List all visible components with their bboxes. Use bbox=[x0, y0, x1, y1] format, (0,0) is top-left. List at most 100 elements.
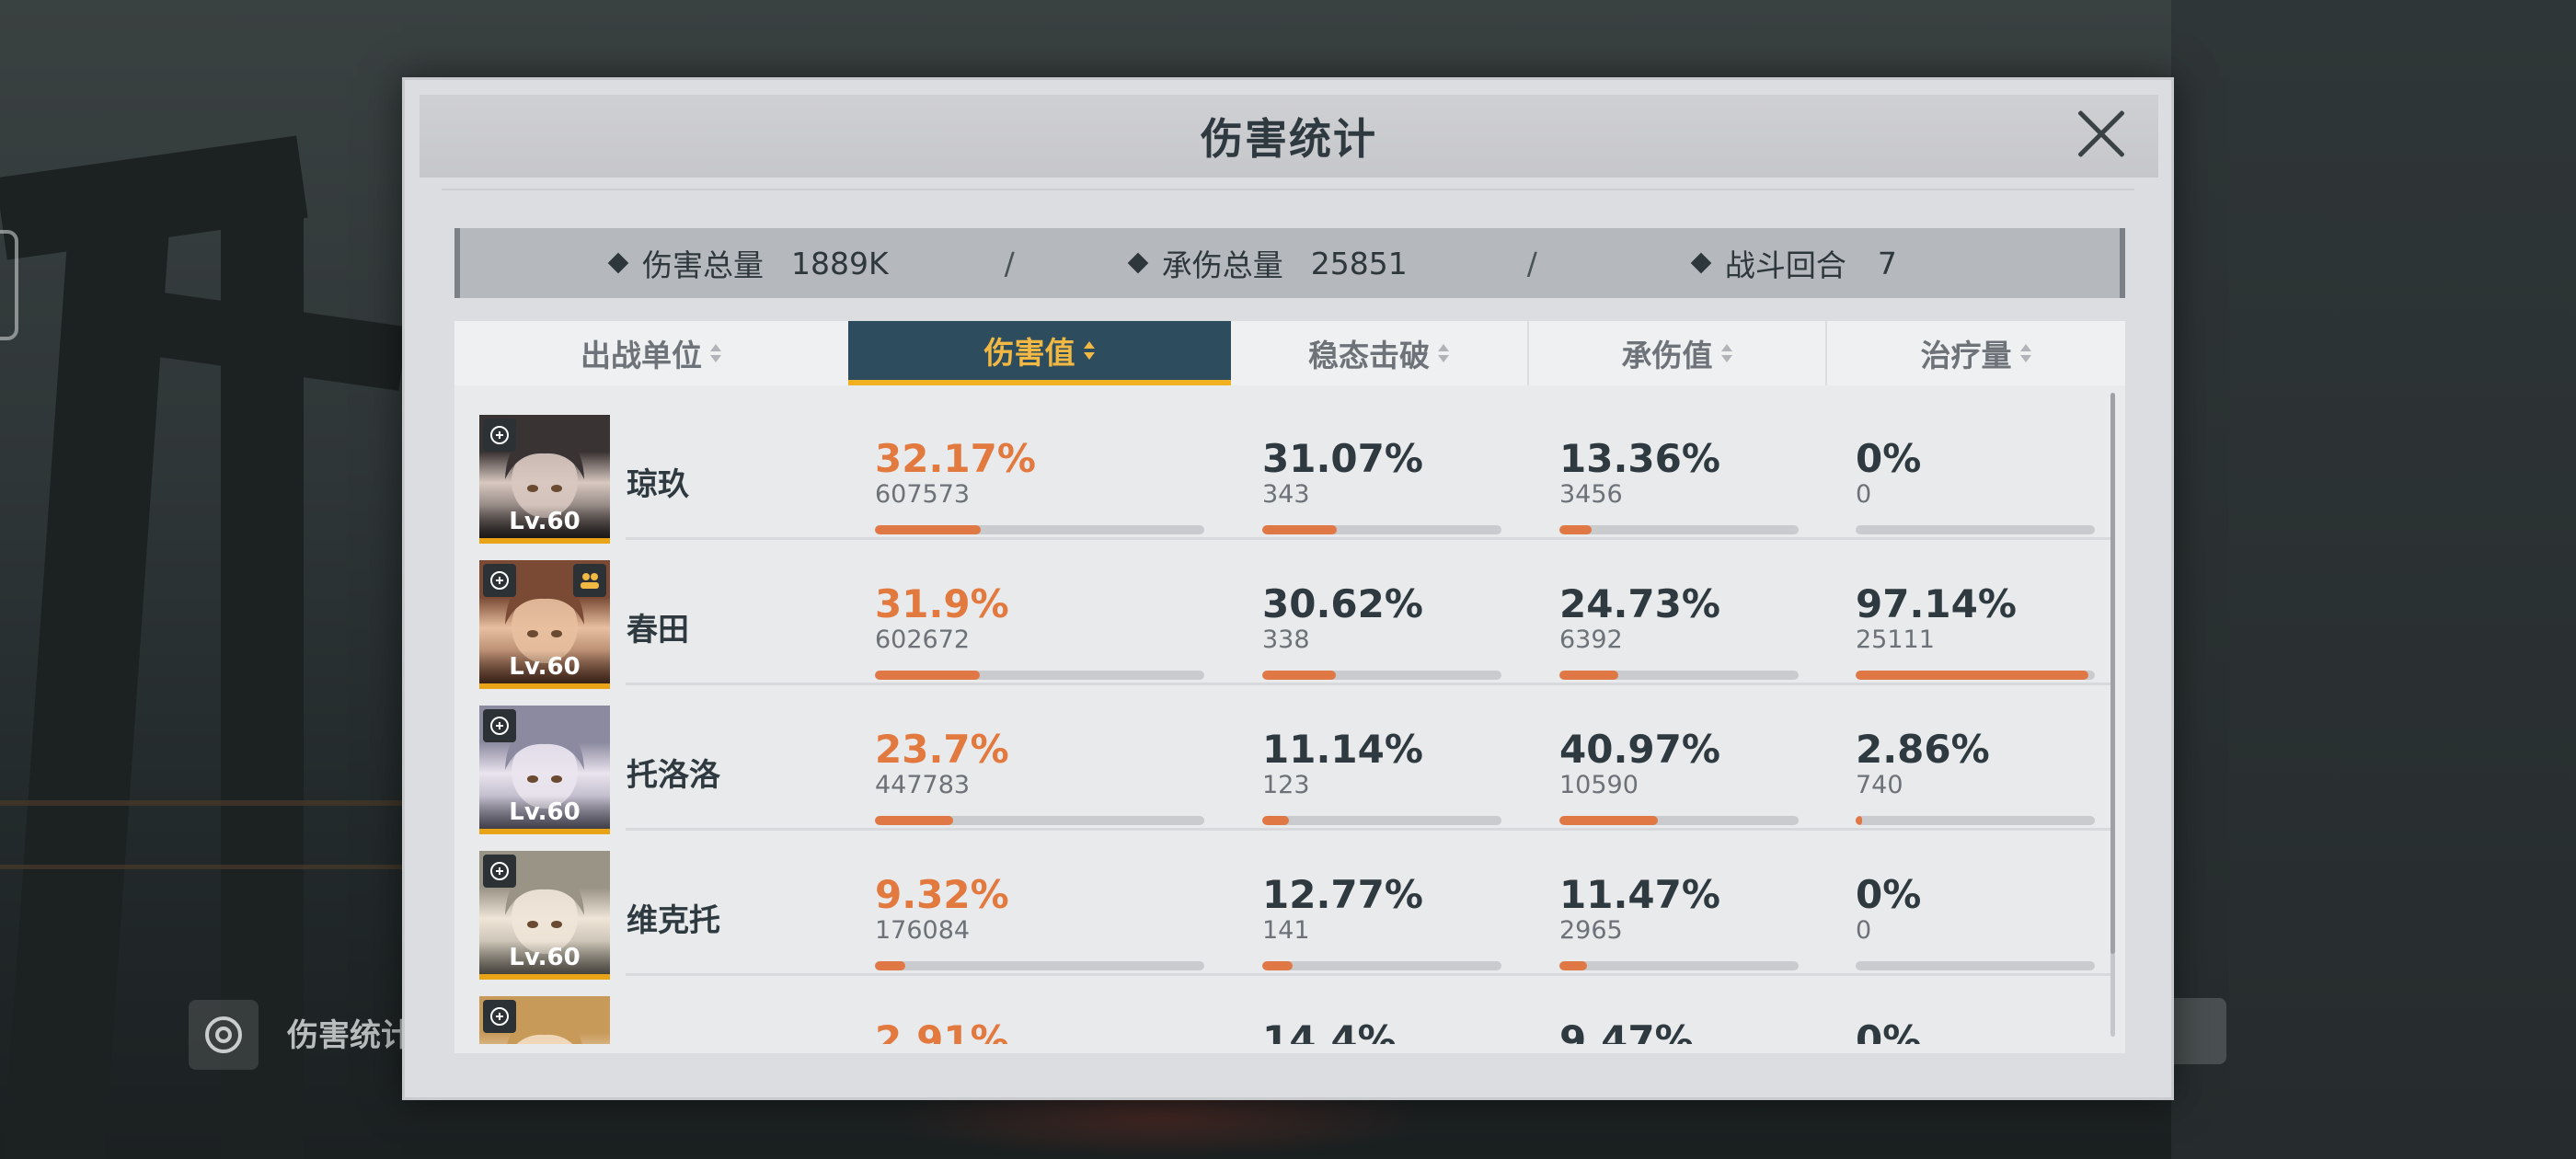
break-percent: 12.77% bbox=[1262, 872, 1423, 917]
diamond-icon bbox=[607, 252, 629, 274]
taken-percent: 11.47% bbox=[1559, 872, 1720, 917]
heal-bar bbox=[1856, 525, 2095, 534]
column-unit-label: 出战单位 bbox=[581, 338, 702, 373]
column-damage[interactable]: 伤害值 bbox=[848, 321, 1231, 385]
damage-value: 176084 bbox=[875, 916, 971, 945]
table-row[interactable]: Lv.60 春田 31.9% 602672 30.62% 338 24.73% 6… bbox=[454, 540, 2110, 689]
bg-right-panel bbox=[2171, 0, 2576, 1159]
taken-percent: 40.97% bbox=[1559, 727, 1720, 772]
heal-percent: 0% bbox=[1856, 1017, 1922, 1045]
heal-percent: 2.86% bbox=[1856, 727, 1990, 772]
bg-railing bbox=[0, 800, 402, 806]
team-icon bbox=[573, 564, 606, 597]
total-taken-label: 承伤总量 bbox=[1161, 247, 1283, 283]
taken-value: 10590 bbox=[1559, 771, 1639, 799]
separator: / bbox=[1526, 245, 1537, 281]
column-damage-label: 伤害值 bbox=[983, 335, 1075, 371]
diamond-icon bbox=[1690, 252, 1712, 274]
flame-icon bbox=[483, 709, 516, 742]
break-bar-fill bbox=[1262, 671, 1336, 680]
damage-cell: 31.9% 602672 bbox=[875, 584, 1009, 656]
break-bar bbox=[1262, 671, 1501, 680]
table-row[interactable]: Lv.60 琼玖 32.17% 607573 31.07% 343 13.36% … bbox=[454, 395, 2110, 544]
break-percent: 14.4% bbox=[1262, 1017, 1397, 1045]
separator: / bbox=[1004, 245, 1015, 281]
break-bar-fill bbox=[1262, 961, 1293, 970]
heal-cell: 2.86% 740 bbox=[1856, 729, 1990, 801]
character-name: 维克托 bbox=[627, 902, 720, 939]
table-row[interactable]: 2.91% 14.4% 9.47% 0% bbox=[454, 976, 2110, 1044]
column-taken[interactable]: 承伤值 bbox=[1529, 321, 1825, 385]
damage-bar bbox=[875, 525, 1204, 534]
damage-percent: 23.7% bbox=[875, 727, 1009, 772]
heal-percent: 0% bbox=[1856, 872, 1922, 917]
support-icon bbox=[483, 1000, 516, 1033]
hex-icon bbox=[0, 230, 18, 340]
break-percent: 30.62% bbox=[1262, 581, 1423, 626]
column-break[interactable]: 稳态击破 bbox=[1231, 321, 1527, 385]
sort-icon bbox=[2019, 342, 2032, 364]
scroll-thumb[interactable] bbox=[2110, 393, 2115, 954]
break-bar bbox=[1262, 816, 1501, 825]
damage-value: 447783 bbox=[875, 771, 971, 799]
character-name: 春田 bbox=[627, 612, 689, 648]
break-bar-fill bbox=[1262, 816, 1289, 825]
level-label: Lv.60 bbox=[479, 941, 610, 974]
level-label: Lv.60 bbox=[479, 650, 610, 683]
taken-value: 3456 bbox=[1559, 480, 1623, 509]
damage-cell: 9.32% 176084 bbox=[875, 875, 1009, 947]
character-portrait bbox=[479, 996, 610, 1044]
damage-percent: 9.32% bbox=[875, 872, 1009, 917]
flame-icon bbox=[483, 419, 516, 452]
break-percent: 11.14% bbox=[1262, 727, 1423, 772]
column-heal-label: 治疗量 bbox=[1920, 338, 2012, 373]
character-portrait: Lv.60 bbox=[479, 706, 610, 834]
taken-cell: 13.36% 3456 bbox=[1559, 439, 1720, 511]
character-portrait: Lv.60 bbox=[479, 560, 610, 689]
taken-cell: 40.97% 10590 bbox=[1559, 729, 1720, 801]
break-cell: 30.62% 338 bbox=[1262, 584, 1423, 656]
sort-icon bbox=[1720, 342, 1733, 364]
heal-cell: 0% 0 bbox=[1856, 439, 1921, 511]
damage-bar bbox=[875, 671, 1204, 680]
taken-percent: 9.47% bbox=[1559, 1017, 1694, 1045]
damage-value: 607573 bbox=[875, 480, 971, 509]
diamond-icon bbox=[1127, 252, 1149, 274]
total-damage-value: 1889K bbox=[791, 245, 889, 281]
heal-value: 0 bbox=[1856, 916, 1872, 945]
table-row[interactable]: Lv.60 托洛洛 23.7% 447783 11.14% 123 40.97% … bbox=[454, 685, 2110, 834]
column-unit[interactable]: 出战单位 bbox=[454, 321, 848, 385]
damage-cell: 32.17% 607573 bbox=[875, 439, 1036, 511]
taken-bar-fill bbox=[1559, 671, 1618, 680]
total-damage-label: 伤害总量 bbox=[642, 247, 764, 283]
bg-button bbox=[2171, 998, 2226, 1064]
damage-value: 602672 bbox=[875, 625, 971, 654]
break-cell: 12.77% 141 bbox=[1262, 875, 1423, 947]
sort-icon bbox=[709, 342, 722, 364]
heal-cell: 97.14% 25111 bbox=[1856, 584, 2017, 656]
table-header: 出战单位 伤害值 稳态击破 承伤值 治疗量 bbox=[454, 321, 2125, 385]
close-icon[interactable] bbox=[2068, 102, 2133, 166]
damage-stats-button[interactable] bbox=[189, 1000, 259, 1070]
summary-bar: 伤害总量 1889K / 承伤总量 25851 / 战斗回合 7 bbox=[454, 228, 2125, 298]
damage-cell: 23.7% 447783 bbox=[875, 729, 1009, 801]
damage-bar bbox=[875, 961, 1204, 970]
column-heal[interactable]: 治疗量 bbox=[1827, 321, 2125, 385]
dialog-header: 伤害统计 bbox=[420, 95, 2158, 178]
break-cell: 11.14% 123 bbox=[1262, 729, 1423, 801]
taken-value: 6392 bbox=[1559, 625, 1623, 654]
scrollbar[interactable] bbox=[2110, 393, 2115, 1037]
heal-percent: 97.14% bbox=[1856, 581, 2017, 626]
table-body[interactable]: Lv.60 琼玖 32.17% 607573 31.07% 343 13.36% … bbox=[454, 395, 2125, 1044]
heal-bar-fill bbox=[1856, 671, 2088, 680]
support-icon bbox=[483, 855, 516, 888]
table-row[interactable]: Lv.60 维克托 9.32% 176084 12.77% 141 11.47% … bbox=[454, 831, 2110, 980]
heal-bar bbox=[1856, 961, 2095, 970]
divider bbox=[442, 189, 2134, 190]
stats-table: 出战单位 伤害值 稳态击破 承伤值 治疗量 Lv.60 琼玖 32.17% 60… bbox=[454, 321, 2125, 1053]
break-bar bbox=[1262, 525, 1501, 534]
damage-cell: 2.91% bbox=[875, 1020, 1009, 1045]
heal-cell: 0% 0 bbox=[1856, 875, 1921, 947]
break-bar bbox=[1262, 961, 1501, 970]
damage-bar-fill bbox=[875, 961, 905, 970]
